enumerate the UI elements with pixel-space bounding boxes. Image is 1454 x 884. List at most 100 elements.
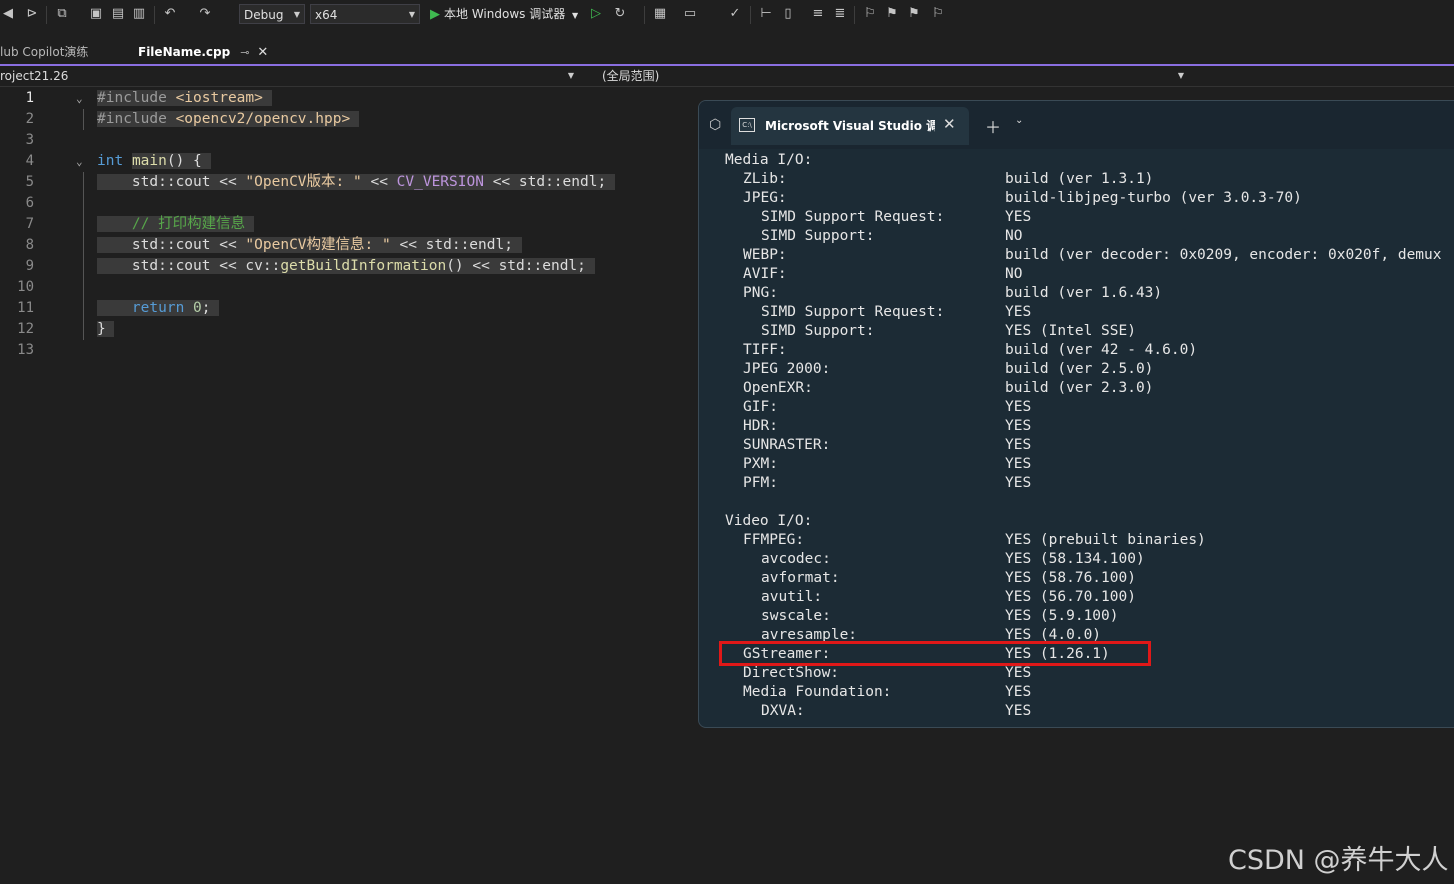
pin-icon[interactable]: ⊸ [240,46,249,59]
config-value: Debug [244,8,284,22]
debug-console-window[interactable]: ⬡ C:\ Microsoft Visual Studio 调试控制台 ✕ ＋ … [698,100,1454,728]
separator [644,6,645,24]
scope-dropdown[interactable]: (全局范围) ▼ [602,66,1190,86]
code-line: std::cout << "OpenCV版本: " << CV_VERSION … [97,172,615,193]
chevron-down-icon: ▼ [572,11,579,20]
code-text: () { [166,153,202,169]
tab-label: lub Copilot演练 [0,45,89,59]
terminal-value: YES [1005,684,1032,700]
terminal-key: SIMD Support Request: [761,304,945,320]
breakpoint-icon[interactable]: ▯ [780,6,796,22]
browse-icon[interactable]: ▦ [652,6,668,22]
terminal-value: YES (58.76.100) [1005,570,1136,586]
back-icon[interactable]: ◀ [0,6,16,22]
keyword: int [97,153,124,169]
save-icon[interactable]: ▤ [110,6,126,22]
function-name: main [131,153,167,169]
include-path: <opencv2/opencv.hpp> [175,111,351,127]
chevron-down-icon[interactable]: ⌄ [1015,115,1023,126]
fold-chevron-icon[interactable]: ⌄ [76,88,83,109]
terminal-key: swscale: [761,608,831,624]
terminal-key: Video I/O: [725,513,813,529]
bookmark-icon[interactable]: ⚐ [862,6,878,22]
code-text: std::cout << [131,174,246,190]
forward-icon[interactable]: ⊳ [24,6,40,22]
tab-copilot[interactable]: lub Copilot演练 [0,40,92,64]
code-line: std::cout << cv::getBuildInformation() <… [97,256,595,277]
keyword: return [131,300,185,316]
close-icon[interactable]: ✕ [943,115,956,133]
comment: // 打印构建信息 [131,216,246,232]
config-dropdown[interactable]: Debug ▼ [239,4,305,24]
terminal-value: build-libjpeg-turbo (ver 3.0.3-70) [1005,190,1302,206]
redo-icon[interactable]: ↷ [197,6,213,22]
indent-icon[interactable]: ≡ [810,6,826,22]
terminal-key: JPEG 2000: [743,361,831,377]
terminal-value: YES [1005,475,1032,491]
undo-icon[interactable]: ↶ [162,6,178,22]
clear-bookmark-icon[interactable]: ⚐ [930,6,946,22]
terminal-value: YES [1005,399,1032,415]
line-number: 13 [17,342,34,358]
code-text: std::cout << cv:: [131,258,281,274]
open-folder-icon[interactable]: ▣ [88,6,104,22]
fold-chevron-icon[interactable]: ⌄ [76,151,83,172]
project-dropdown[interactable]: roject21.26 ▼ [0,66,580,86]
line-number: 7 [25,216,34,232]
document-tabs: lub Copilot演练 FileName.cpp ⊸ ✕ [0,40,1454,66]
terminal-key: SIMD Support Request: [761,209,945,225]
terminal-value: NO [1005,266,1023,282]
terminal-value: YES (prebuilt binaries) [1005,532,1206,548]
terminal-value: YES [1005,456,1032,472]
terminal-value: build (ver 1.3.1) [1005,171,1154,187]
terminal-value: build (ver 2.3.0) [1005,380,1154,396]
play-icon: ▶ [430,7,440,22]
start-without-debugging-icon[interactable]: ▷ [588,6,604,22]
terminal-titlebar: ⬡ C:\ Microsoft Visual Studio 调试控制台 ✕ ＋ … [699,101,1454,149]
close-icon[interactable]: ✕ [257,45,268,60]
step-icon[interactable]: ⊢ [758,6,774,22]
highlight-box [719,641,1151,666]
code-text: ; [201,300,211,316]
window-icon[interactable]: ▭ [682,6,698,22]
toolbar: ◀ ⊳ ⧉ ▣ ▤ ▥ ↶ ↷ Debug ▼ x64 ▼ ▶ 本地 Window… [0,0,1454,30]
terminal-key: AVIF: [743,266,787,282]
line-number: 4 [25,153,34,169]
terminal-tab[interactable]: C:\ Microsoft Visual Studio 调试控制台 ✕ [731,107,969,145]
terminal-key: JPEG: [743,190,787,206]
run-label: 本地 Windows 调试器 [444,7,566,21]
tab-filename-cpp[interactable]: FileName.cpp ⊸ ✕ [134,40,273,64]
fold-guide [83,172,84,340]
spell-check-icon[interactable]: ✓ [727,6,743,22]
string-literal: "OpenCV版本: " [245,174,362,190]
terminal-value: YES (56.70.100) [1005,589,1136,605]
chevron-down-icon: ▼ [1177,71,1184,80]
terminal-key: OpenEXR: [743,380,813,396]
preprocessor: #include [97,90,167,106]
new-project-icon[interactable]: ⧉ [54,6,70,22]
code-line: #include <iostream> [97,88,272,109]
tab-label: FileName.cpp [138,45,231,59]
outdent-icon[interactable]: ≣ [832,6,848,22]
platform-dropdown[interactable]: x64 ▼ [310,4,420,24]
line-number: 2 [25,111,34,127]
fold-guide [83,109,84,130]
next-bookmark-icon[interactable]: ⚑ [906,6,922,22]
terminal-key: WEBP: [743,247,787,263]
terminal-value: YES [1005,304,1032,320]
terminal-value: YES [1005,209,1032,225]
chevron-down-icon: ▼ [567,71,574,80]
terminal-key: avutil: [761,589,823,605]
line-number: 5 [25,174,34,190]
terminal-key: GIF: [743,399,778,415]
start-debugging-button[interactable]: ▶ 本地 Windows 调试器 ▼ [430,6,578,24]
line-number: 1 [25,90,34,106]
prev-bookmark-icon[interactable]: ⚑ [884,6,900,22]
code-line: #include <opencv2/opencv.hpp> [97,109,359,130]
save-all-icon[interactable]: ▥ [131,6,147,22]
hot-reload-icon[interactable]: ↻ [612,6,628,22]
terminal-value: YES [1005,418,1032,434]
terminal-value: YES [1005,703,1032,719]
string-literal: "OpenCV构建信息: " [245,237,391,253]
new-tab-icon[interactable]: ＋ [985,114,1001,138]
